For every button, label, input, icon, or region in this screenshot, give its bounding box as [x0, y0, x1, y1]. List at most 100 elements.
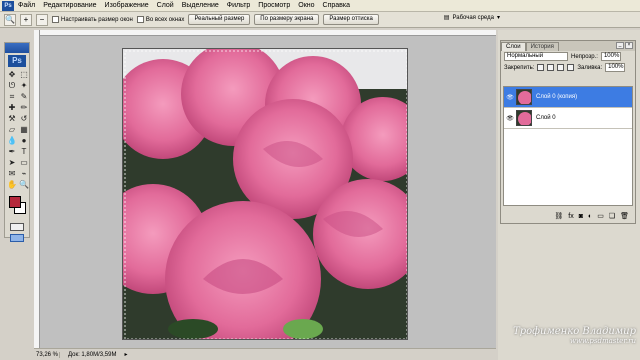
visibility-eye-icon[interactable]: 👁: [504, 94, 516, 101]
zoom-tool-icon[interactable]: 🔍: [4, 13, 16, 26]
fit-screen-button[interactable]: По размеру экрана: [254, 14, 320, 25]
marquee-tool-icon[interactable]: ⬚: [18, 69, 30, 80]
panel-tabs: Слои История _ ×: [501, 41, 635, 51]
layer-thumbnail: [516, 89, 532, 105]
blend-row: Нормальный Непрозр.: 100%: [501, 51, 635, 62]
crop-tool-icon[interactable]: ⌗: [6, 91, 18, 102]
visibility-eye-icon[interactable]: 👁: [504, 115, 516, 122]
layers-panel: Слои История _ × Нормальный Непрозр.: 10…: [500, 40, 636, 224]
actual-pixels-button[interactable]: Реальный размер: [188, 14, 251, 25]
opacity-label: Непрозр.:: [571, 53, 598, 60]
clone-stamp-tool-icon[interactable]: ⚒: [6, 113, 18, 124]
fill-input[interactable]: 100%: [605, 63, 626, 72]
lock-transparency-icon[interactable]: [537, 64, 545, 71]
lock-label: Закрепить:: [504, 64, 535, 71]
all-windows-label: Во всех окнах: [145, 16, 185, 23]
menu-help[interactable]: Справка: [319, 0, 354, 12]
path-selection-tool-icon[interactable]: ➤: [6, 157, 18, 168]
link-layers-icon[interactable]: ⛓: [554, 212, 563, 220]
lock-position-icon[interactable]: [557, 64, 565, 71]
resize-windows-checkbox[interactable]: Настраивать размер окон: [52, 16, 133, 23]
all-windows-checkbox[interactable]: Во всех окнах: [136, 16, 185, 23]
layer-style-icon[interactable]: fx: [568, 213, 573, 220]
tab-history[interactable]: История: [525, 42, 559, 51]
toolbox-header[interactable]: [5, 43, 29, 53]
workspace-menu[interactable]: ▤ Рабочая среда ▾: [443, 14, 500, 22]
adjustment-layer-icon[interactable]: ◐: [588, 213, 592, 220]
quick-mask-button[interactable]: [10, 223, 24, 231]
layer-row[interactable]: 👁 Слой 0: [504, 108, 632, 129]
foreground-color-swatch[interactable]: [9, 196, 21, 208]
layers-list: 👁 Слой 0 (копия) 👁 Слой 0: [503, 86, 633, 206]
close-icon[interactable]: ×: [625, 42, 633, 49]
eraser-tool-icon[interactable]: ▱: [6, 124, 18, 135]
delete-layer-icon[interactable]: 🗑: [620, 212, 629, 220]
eyedropper-tool-icon[interactable]: ⌁: [18, 168, 30, 179]
layer-name[interactable]: Слой 0 (копия): [536, 94, 577, 100]
lock-all-icon[interactable]: [567, 64, 575, 71]
dodge-tool-icon[interactable]: ●: [18, 135, 30, 146]
pen-tool-icon[interactable]: ✒: [6, 146, 18, 157]
status-arrow-icon[interactable]: ▸: [124, 351, 127, 358]
menu-view[interactable]: Просмотр: [254, 0, 294, 12]
author-watermark: Трофименко Владимир www.psdmaster.ru: [500, 326, 636, 345]
new-group-icon[interactable]: ▭: [597, 212, 604, 220]
tab-layers[interactable]: Слои: [501, 42, 526, 51]
canvas-area[interactable]: [34, 30, 496, 348]
menu-file[interactable]: Файл: [14, 0, 39, 12]
layer-thumbnail: [516, 110, 532, 126]
workspace-label: Рабочая среда: [452, 14, 494, 21]
zoom-level[interactable]: 73,26 %: [36, 351, 60, 358]
layers-panel-footer: ⛓ fx ◙ ◐ ▭ ❏ 🗑: [503, 211, 633, 221]
blend-mode-select[interactable]: Нормальный: [504, 52, 568, 61]
mode-buttons: [5, 223, 29, 242]
menu-select[interactable]: Выделение: [178, 0, 223, 12]
zoom-out-icon[interactable]: −: [36, 13, 48, 26]
layer-mask-icon[interactable]: ◙: [579, 213, 583, 220]
notes-tool-icon[interactable]: ✉: [6, 168, 18, 179]
menu-filter[interactable]: Фильтр: [223, 0, 255, 12]
checkbox-box[interactable]: [52, 16, 59, 23]
menu-layer[interactable]: Слой: [153, 0, 178, 12]
zoom-in-icon[interactable]: +: [20, 13, 32, 26]
move-tool-icon[interactable]: ✥: [6, 69, 18, 80]
healing-brush-tool-icon[interactable]: ✚: [6, 102, 18, 113]
slice-tool-icon[interactable]: ✎: [18, 91, 30, 102]
panel-window-buttons: _ ×: [616, 42, 633, 49]
status-bar: 73,26 % Док: 1,80M/3,59M ▸: [34, 348, 496, 360]
minimize-icon[interactable]: _: [616, 42, 624, 49]
opacity-input[interactable]: 100%: [600, 52, 621, 61]
watermark-name: Трофименко Владимир: [513, 326, 636, 337]
document-size[interactable]: Док: 1,80M/3,59M: [68, 352, 116, 358]
document-canvas[interactable]: [122, 48, 408, 340]
color-swatches[interactable]: [5, 194, 29, 220]
lock-pixels-icon[interactable]: [547, 64, 555, 71]
history-brush-tool-icon[interactable]: ↺: [18, 113, 30, 124]
brush-tool-icon[interactable]: ✏: [18, 102, 30, 113]
checkbox-box[interactable]: [136, 16, 144, 23]
blur-tool-icon[interactable]: 💧: [6, 135, 18, 146]
hand-tool-icon[interactable]: ✋: [6, 179, 18, 190]
zoom-tool-icon[interactable]: 🔍: [18, 179, 30, 190]
lasso-tool-icon[interactable]: ᘎ: [6, 80, 18, 91]
shape-tool-icon[interactable]: ▭: [18, 157, 30, 168]
magic-wand-tool-icon[interactable]: ✦: [18, 80, 30, 91]
lock-row: Закрепить: Заливка: 100%: [501, 62, 635, 73]
menu-edit[interactable]: Редактирование: [39, 0, 100, 12]
print-size-button[interactable]: Размер оттиска: [323, 14, 379, 25]
gradient-tool-icon[interactable]: ▦: [18, 124, 30, 135]
new-layer-icon[interactable]: ❏: [609, 212, 615, 220]
menu-window[interactable]: Окно: [294, 0, 318, 12]
photoshop-logo-icon: Ps: [2, 0, 14, 11]
vertical-ruler: [34, 30, 40, 348]
type-tool-icon[interactable]: T: [18, 146, 30, 157]
layer-thumbnail-image: [517, 111, 531, 125]
workspace-icon: ▤: [443, 15, 450, 21]
fill-label: Заливка:: [577, 64, 603, 71]
chevron-down-icon: ▾: [496, 15, 500, 21]
layer-name[interactable]: Слой 0: [536, 115, 556, 121]
menu-image[interactable]: Изображение: [101, 0, 153, 12]
screen-mode-button[interactable]: [10, 234, 24, 242]
layer-row[interactable]: 👁 Слой 0 (копия): [504, 87, 632, 108]
watermark-site: www.psdmaster.ru: [570, 337, 636, 345]
